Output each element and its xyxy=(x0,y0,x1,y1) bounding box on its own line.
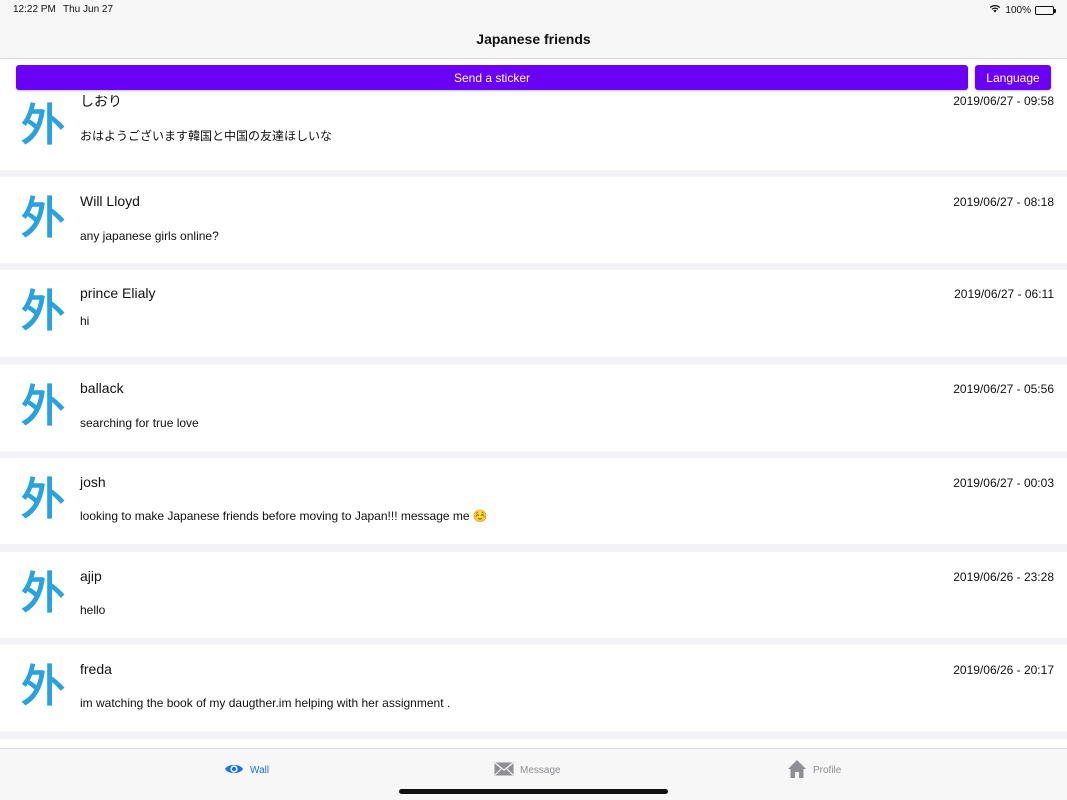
home-indicator xyxy=(399,789,668,794)
wall-feed[interactable]: 外 しおり 2019/06/27 - 09:58 おはようございます韓国と中国の… xyxy=(0,95,1067,748)
envelope-icon xyxy=(494,761,514,779)
tab-message-label: Message xyxy=(520,764,561,776)
post-item[interactable]: 外 しおり 2019/06/27 - 09:58 おはようございます韓国と中国の… xyxy=(0,95,1067,170)
post-message: hello xyxy=(80,603,106,617)
send-sticker-button[interactable]: Send a sticker xyxy=(16,65,968,90)
post-item[interactable]: 外 josh 2019/06/27 - 00:03 looking to mak… xyxy=(0,458,1067,544)
battery-icon xyxy=(1035,5,1056,15)
post-message: searching for true love xyxy=(80,416,199,430)
post-message: any japanese girls online? xyxy=(80,229,219,243)
avatar: 外 xyxy=(21,568,65,619)
tab-wall[interactable]: Wall xyxy=(224,759,269,781)
status-date: Thu Jun 27 xyxy=(63,4,114,15)
avatar: 外 xyxy=(21,286,65,337)
post-author: Will Lloyd xyxy=(80,193,140,209)
post-item[interactable]: 外 prince Elialy 2019/06/27 - 06:11 hi xyxy=(0,270,1067,357)
post-timestamp: 2019/06/26 - 23:28 xyxy=(953,570,1054,584)
post-item[interactable]: 外 ballack 2019/06/27 - 05:56 searching f… xyxy=(0,365,1067,451)
post-author: prince Elialy xyxy=(80,285,156,301)
status-time: 12:22 PM xyxy=(13,4,56,15)
tab-wall-label: Wall xyxy=(250,764,270,776)
house-icon xyxy=(787,759,807,782)
action-row: Send a sticker Language xyxy=(0,59,1067,95)
post-item-partial[interactable] xyxy=(0,739,1067,748)
tab-profile-label: Profile xyxy=(813,764,842,776)
post-item[interactable]: 外 ajip 2019/06/26 - 23:28 hello xyxy=(0,552,1067,638)
post-message: looking to make Japanese friends before … xyxy=(80,509,488,523)
battery-percent: 100% xyxy=(1005,4,1031,16)
post-timestamp: 2019/06/26 - 20:17 xyxy=(953,663,1054,677)
status-bar: 12:22 PM Thu Jun 27 100% xyxy=(0,0,1067,20)
post-message: im watching the book of my daugther.im h… xyxy=(80,696,451,710)
eye-icon xyxy=(224,762,244,779)
post-message: おはようございます韓国と中国の友達ほしいな xyxy=(80,129,333,143)
tab-profile[interactable]: Profile xyxy=(787,759,841,781)
language-button[interactable]: Language xyxy=(975,65,1051,90)
avatar: 外 xyxy=(21,100,65,151)
post-message: hi xyxy=(80,314,90,328)
post-author: freda xyxy=(80,661,112,677)
post-timestamp: 2019/06/27 - 00:03 xyxy=(953,476,1054,490)
avatar: 外 xyxy=(21,661,65,712)
post-timestamp: 2019/06/27 - 08:18 xyxy=(953,195,1054,209)
avatar: 外 xyxy=(21,381,65,432)
avatar: 外 xyxy=(21,474,65,525)
post-timestamp: 2019/06/27 - 06:11 xyxy=(954,287,1054,301)
post-author: ajip xyxy=(80,568,102,584)
navigation-bar: Japanese friends xyxy=(0,20,1067,59)
tab-message[interactable]: Message xyxy=(494,759,561,781)
post-timestamp: 2019/06/27 - 05:56 xyxy=(953,382,1054,396)
post-author: ballack xyxy=(80,380,124,396)
post-item[interactable]: 外 Will Lloyd 2019/06/27 - 08:18 any japa… xyxy=(0,177,1067,263)
post-timestamp: 2019/06/27 - 09:58 xyxy=(953,95,1054,108)
wifi-icon xyxy=(989,4,1001,16)
page-title: Japanese friends xyxy=(476,31,591,47)
post-author: しおり xyxy=(80,95,122,109)
avatar: 外 xyxy=(21,193,65,244)
status-indicators: 100% xyxy=(989,4,1056,16)
post-item[interactable]: 外 freda 2019/06/26 - 20:17 im watching t… xyxy=(0,645,1067,731)
post-author: josh xyxy=(80,474,106,490)
